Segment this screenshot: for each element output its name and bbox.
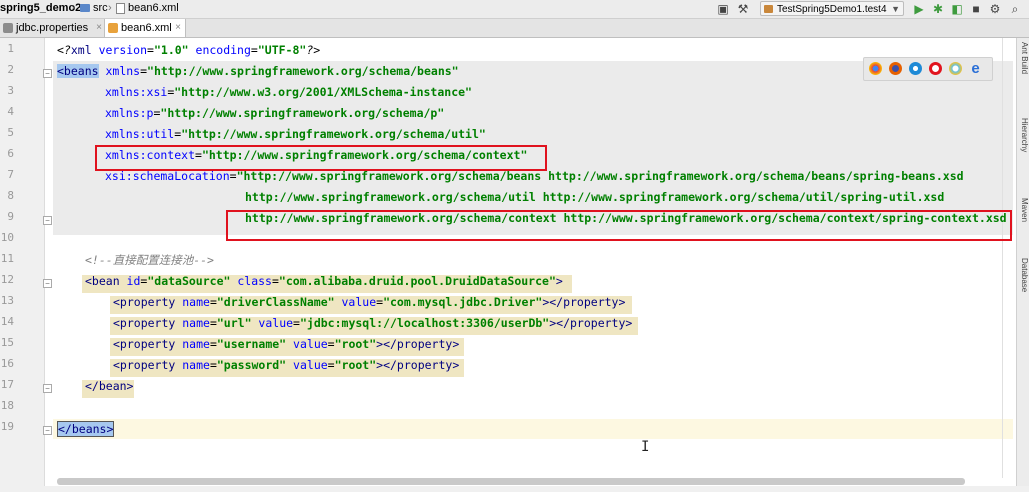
navigation-bar: spring5_demo2 › src › bean6.xml ▣ ⚒ Test…: [0, 0, 1029, 19]
line-number: 10: [0, 231, 14, 244]
line-number: 19: [0, 420, 14, 433]
line-number: 14: [0, 315, 14, 328]
breadcrumb-separator: ›: [71, 2, 75, 14]
browser-preview-toolbar: e: [863, 57, 993, 81]
folder-icon: [80, 4, 90, 12]
fold-toggle-icon[interactable]: −: [43, 69, 52, 78]
right-margin-guide: [1002, 38, 1003, 478]
line-number: 7: [7, 168, 14, 181]
chevron-down-icon: ▼: [891, 4, 900, 14]
code-line[interactable]: <bean id="dataSource" class="com.alibaba…: [85, 271, 563, 291]
line-number: 6: [7, 147, 14, 160]
fold-toggle-icon[interactable]: −: [43, 426, 52, 435]
code-line[interactable]: </beans>: [57, 419, 115, 439]
stop-icon[interactable]: ■: [969, 2, 983, 16]
project-structure-icon[interactable]: ▣: [716, 2, 730, 16]
horizontal-scrollbar[interactable]: [57, 478, 965, 485]
tab-jdbc-properties[interactable]: jdbc.properties ×: [0, 19, 106, 37]
run-icon[interactable]: ▶: [912, 2, 926, 16]
fold-toggle-icon[interactable]: −: [43, 384, 52, 393]
fold-toggle-icon[interactable]: −: [43, 279, 52, 288]
maven-tool-tab[interactable]: Maven: [1020, 198, 1029, 222]
code-line[interactable]: <beans xmlns="http://www.springframework…: [57, 61, 459, 81]
code-line[interactable]: xmlns:xsi="http://www.w3.org/2001/XMLSch…: [105, 82, 472, 102]
edge-icon[interactable]: e: [969, 61, 982, 76]
hierarchy-tool-tab[interactable]: Hierarchy: [1020, 118, 1029, 152]
close-icon[interactable]: ×: [96, 19, 102, 37]
opera-icon[interactable]: [929, 62, 942, 75]
database-tool-tab[interactable]: Database: [1020, 258, 1029, 292]
close-icon[interactable]: ×: [175, 19, 181, 37]
line-number: 1: [7, 42, 14, 55]
status-area: [0, 486, 1029, 492]
line-number: 2: [7, 63, 14, 76]
text-cursor-icon: I: [641, 439, 650, 455]
editor-tab-bar: jdbc.properties × bean6.xml ×: [0, 19, 1029, 38]
run-config-icon: [764, 5, 773, 13]
line-number: 5: [7, 126, 14, 139]
breadcrumb-folder[interactable]: src: [93, 2, 108, 14]
coverage-icon[interactable]: ◧: [950, 2, 964, 16]
breadcrumb-file[interactable]: bean6.xml: [128, 2, 179, 14]
xml-file-icon: [116, 3, 125, 14]
code-line[interactable]: <property name="username" value="root"><…: [113, 334, 459, 354]
line-number: 4: [7, 105, 14, 118]
line-number: 11: [0, 252, 14, 265]
line-number: 3: [7, 84, 14, 97]
code-comment[interactable]: <!--直接配置连接池-->: [85, 250, 214, 270]
line-number: 8: [7, 189, 14, 202]
settings-icon[interactable]: ⚙: [988, 2, 1002, 16]
breadcrumb-separator: ›: [108, 2, 112, 14]
line-number: 16: [0, 357, 14, 370]
code-line[interactable]: xmlns:p="http://www.springframework.org/…: [105, 103, 444, 123]
build-hammer-icon[interactable]: ⚒: [736, 2, 750, 16]
code-line[interactable]: <property name="url" value="jdbc:mysql:/…: [113, 313, 632, 333]
breadcrumb-project[interactable]: spring5_demo2: [0, 2, 81, 14]
line-number: 9: [7, 210, 14, 223]
current-line-highlight: [53, 419, 1013, 439]
ant-build-tool-tab[interactable]: Ant Build: [1020, 42, 1029, 74]
code-line[interactable]: <property name="driverClassName" value="…: [113, 292, 625, 312]
safari-icon[interactable]: [909, 62, 922, 75]
line-number: 18: [0, 399, 14, 412]
tab-label: bean6.xml: [121, 22, 172, 34]
debug-icon[interactable]: ✱: [931, 2, 945, 16]
code-line[interactable]: </bean>: [85, 376, 133, 396]
code-line[interactable]: xmlns:util="http://www.springframework.o…: [105, 124, 486, 144]
properties-file-icon: [3, 23, 13, 33]
annotation-box-context-namespace: [95, 145, 547, 171]
run-configuration-select[interactable]: TestSpring5Demo1.test4 ▼: [760, 1, 904, 16]
tab-bean6-xml[interactable]: bean6.xml ×: [104, 19, 186, 37]
line-number: 15: [0, 336, 14, 349]
line-number: 12: [0, 273, 14, 286]
line-number: 17: [0, 378, 14, 391]
right-tool-sidebar: Ant Build Hierarchy Maven Database: [1016, 38, 1029, 492]
firefox-icon[interactable]: [889, 62, 902, 75]
code-line[interactable]: http://www.springframework.org/schema/ut…: [245, 187, 944, 207]
code-line[interactable]: <property name="password" value="root"><…: [113, 355, 459, 375]
tab-label: jdbc.properties: [16, 22, 89, 34]
search-icon[interactable]: ⌕: [1008, 2, 1022, 16]
yandex-icon[interactable]: [949, 62, 962, 75]
line-number-gutter: 1 2 3 4 5 6 7 8 9 10 11 12 13 14 15 16 1…: [0, 38, 45, 492]
line-number: 13: [0, 294, 14, 307]
xml-file-icon: [108, 23, 118, 33]
run-configuration-label: TestSpring5Demo1.test4: [777, 4, 887, 15]
fold-toggle-icon[interactable]: −: [43, 216, 52, 225]
chrome-icon[interactable]: [869, 62, 882, 75]
code-line[interactable]: <?xml version="1.0" encoding="UTF-8"?>: [57, 40, 320, 60]
annotation-box-context-schema: [226, 210, 1012, 241]
